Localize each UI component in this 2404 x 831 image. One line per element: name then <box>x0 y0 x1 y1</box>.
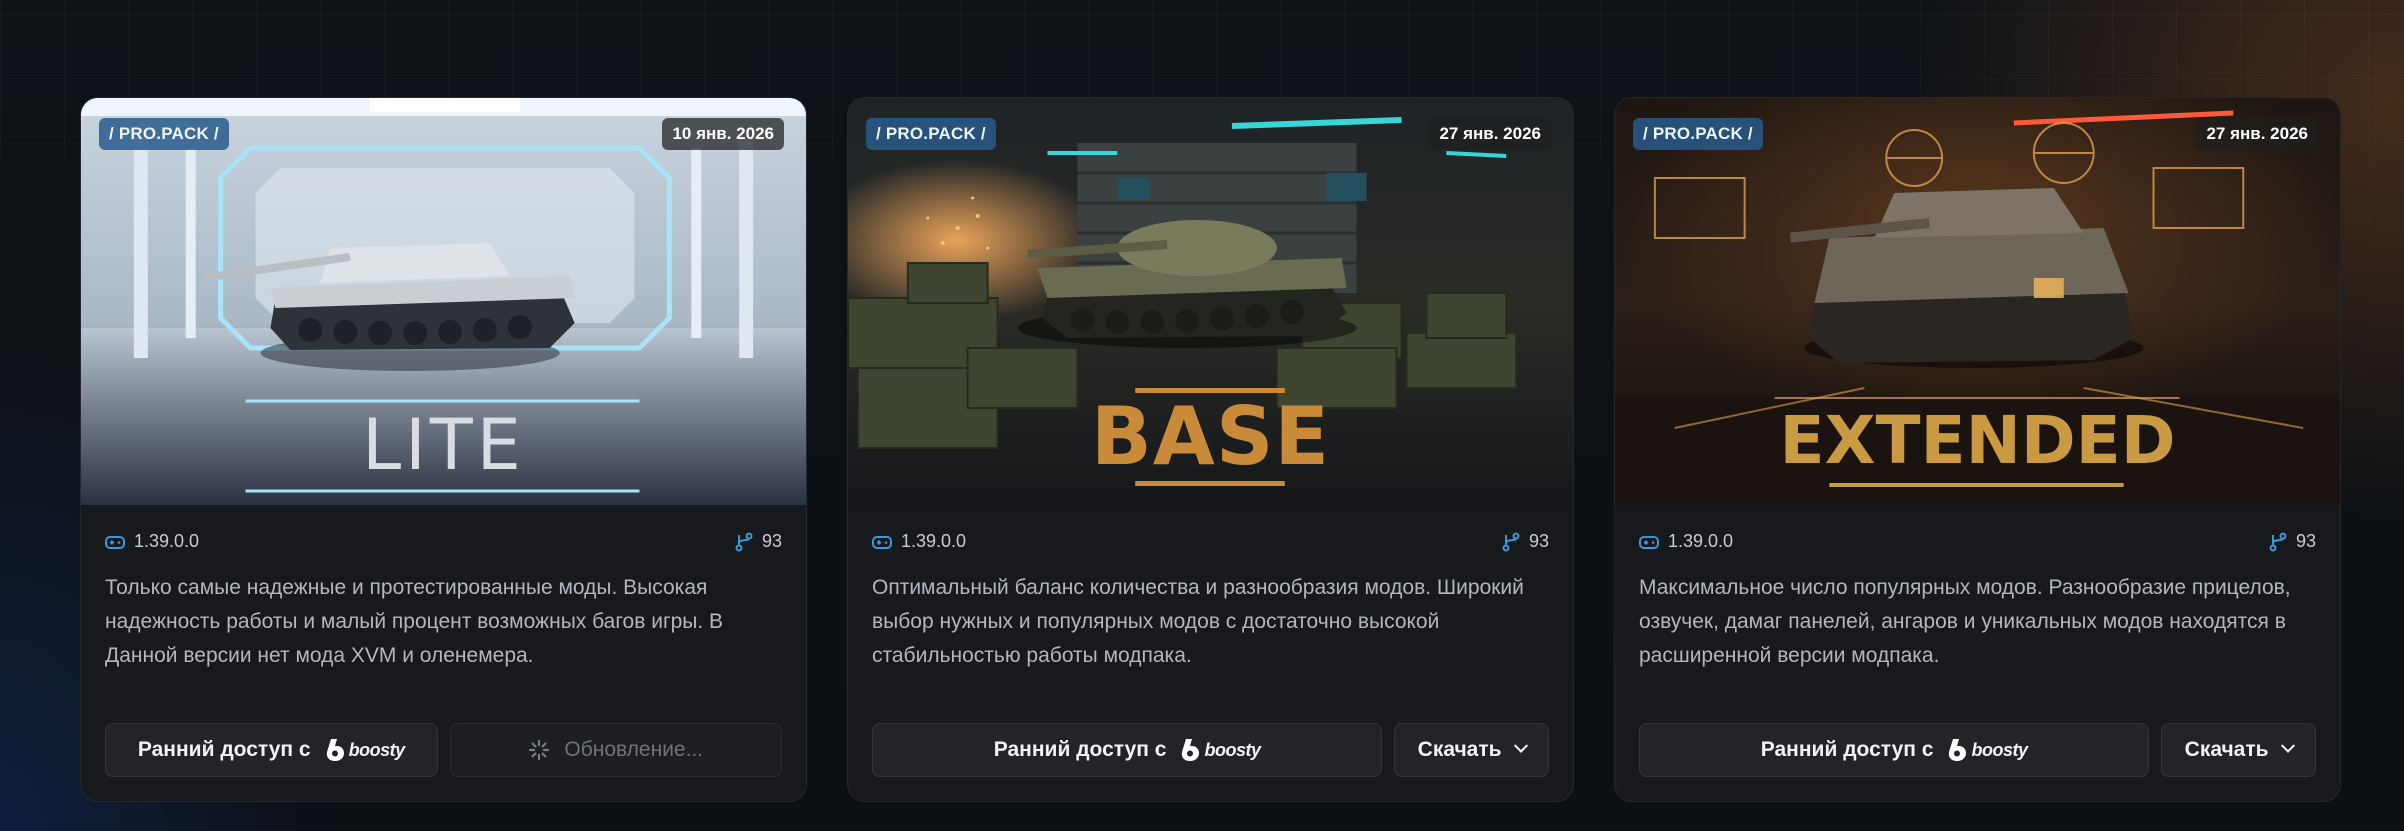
gamepad-icon <box>1639 535 1659 549</box>
version-info: 1.39.0.0 <box>105 531 199 552</box>
download-label: Скачать <box>1417 738 1502 761</box>
mods-count-info: 93 <box>735 531 782 552</box>
early-access-button[interactable]: Ранний доступ с boosty <box>1639 723 2150 777</box>
download-dropdown-button[interactable]: Скачать <box>1394 723 1549 777</box>
modpack-cards: LITE / PRO.PACK / 10 янв. 2026 1.39.0.0 … <box>80 97 2341 802</box>
pro-pack-tag: / PRO.PACK / <box>866 118 996 150</box>
card-hero-image: LITE / PRO.PACK / 10 янв. 2026 <box>81 98 806 505</box>
early-access-label: Ранний доступ с <box>1760 738 1934 761</box>
branch-icon <box>1502 532 1520 551</box>
card-meta: 1.39.0.0 93 <box>872 531 1549 552</box>
card-actions: Ранний доступ с boosty Скачать <box>1639 723 2316 777</box>
updating-button[interactable]: Обновление... <box>449 723 782 777</box>
release-date: 27 янв. 2026 <box>1429 118 1551 150</box>
card-actions: Ранний доступ с boosty Обновление... <box>105 723 782 777</box>
version-text: 1.39.0.0 <box>901 531 967 551</box>
card-meta: 1.39.0.0 93 <box>1639 531 2316 552</box>
pro-pack-tag: / PRO.PACK / <box>99 118 229 150</box>
mods-count-info: 93 <box>2269 531 2316 552</box>
spinner-icon <box>529 739 550 761</box>
early-access-button[interactable]: Ранний доступ с boosty <box>105 723 438 777</box>
pro-pack-tag: / PRO.PACK / <box>1633 118 1763 150</box>
version-text: 1.39.0.0 <box>1668 531 1734 551</box>
download-label: Скачать <box>2184 738 2269 761</box>
mods-count-text: 93 <box>761 531 782 551</box>
release-date: 27 янв. 2026 <box>2196 118 2318 150</box>
branch-icon <box>735 532 753 551</box>
mods-count-text: 93 <box>1528 531 1549 551</box>
hero-title-lite: LITE <box>362 404 525 486</box>
download-dropdown-button[interactable]: Скачать <box>2161 723 2316 777</box>
card-hero-image: BASE / PRO.PACK / 27 янв. 2026 <box>848 98 1573 505</box>
hero-title-extended: EXTENDED <box>1779 402 2176 479</box>
mods-count-info: 93 <box>1502 531 1549 552</box>
modpack-card-base[interactable]: BASE / PRO.PACK / 27 янв. 2026 1.39.0.0 … <box>847 97 1574 802</box>
boosty-logo-icon: boosty <box>1947 738 2028 762</box>
card-meta: 1.39.0.0 93 <box>105 531 782 552</box>
card-description: Максимальное число популярных модов. Раз… <box>1639 576 2291 667</box>
card-actions: Ранний доступ с boosty Скачать <box>872 723 1549 777</box>
mods-count-text: 93 <box>2295 531 2316 551</box>
boosty-logo-icon: boosty <box>325 738 405 762</box>
card-hero-image: EXTENDED / PRO.PACK / 27 янв. 2026 <box>1615 98 2340 505</box>
chevron-down-icon <box>1513 738 1528 753</box>
boosty-text: boosty <box>1971 739 2028 760</box>
release-date: 10 янв. 2026 <box>662 118 784 150</box>
card-description: Только самые надежные и протестированные… <box>105 576 724 667</box>
boosty-text: boosty <box>1204 739 1261 760</box>
boosty-logo-icon: boosty <box>1180 738 1261 762</box>
branch-icon <box>2269 532 2287 551</box>
version-info: 1.39.0.0 <box>872 531 966 552</box>
hero-title-base: BASE <box>1090 390 1331 483</box>
early-access-label: Ранний доступ с <box>137 738 311 761</box>
version-info: 1.39.0.0 <box>1639 531 1733 552</box>
early-access-label: Ранний доступ с <box>993 738 1167 761</box>
boosty-text: boosty <box>348 739 406 760</box>
updating-label: Обновление... <box>564 738 704 761</box>
version-text: 1.39.0.0 <box>134 531 200 551</box>
modpack-card-extended[interactable]: EXTENDED / PRO.PACK / 27 янв. 2026 1.39.… <box>1614 97 2341 802</box>
chevron-down-icon <box>2280 738 2295 753</box>
gamepad-icon <box>105 535 125 549</box>
card-description: Оптимальный баланс количества и разнообр… <box>872 576 1524 667</box>
gamepad-icon <box>872 535 892 549</box>
early-access-button[interactable]: Ранний доступ с boosty <box>872 723 1383 777</box>
modpack-card-lite[interactable]: LITE / PRO.PACK / 10 янв. 2026 1.39.0.0 … <box>80 97 807 802</box>
